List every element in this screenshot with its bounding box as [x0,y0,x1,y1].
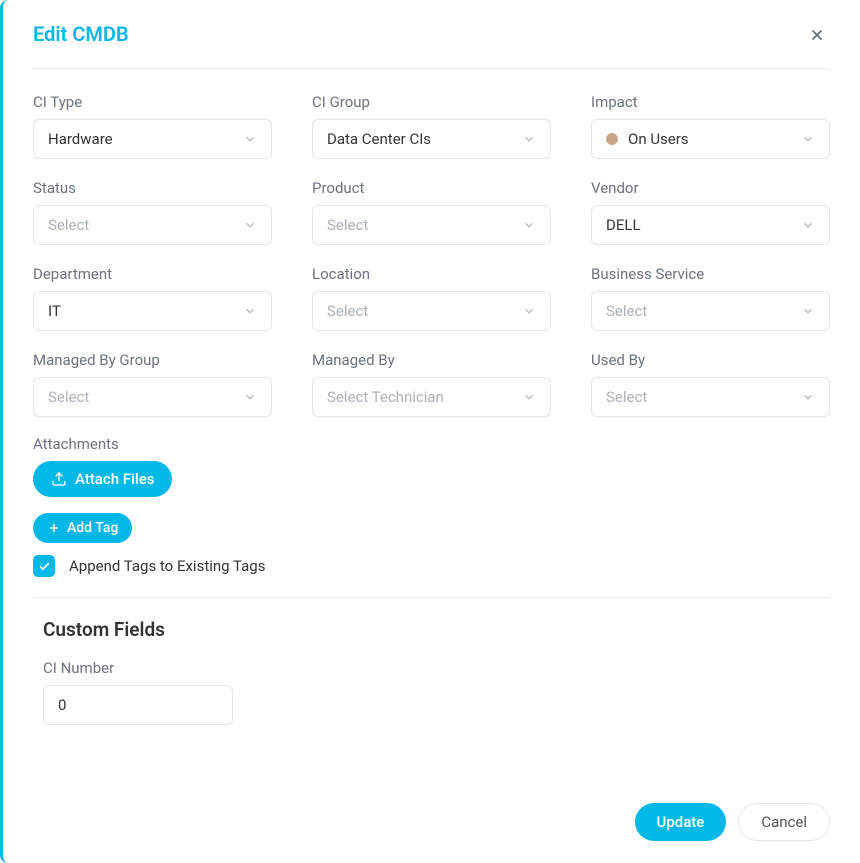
product-select[interactable]: Select [312,205,551,245]
ci-number-input[interactable] [43,685,233,725]
ci-group-label: CI Group [312,93,551,111]
attachments-label: Attachments [33,435,830,453]
department-value: IT [48,302,243,320]
check-icon [38,560,51,573]
used-by-label: Used By [591,351,830,369]
update-button[interactable]: Update [635,803,727,841]
managed-by-placeholder: Select Technician [327,388,522,406]
managed-by-group-select[interactable]: Select [33,377,272,417]
location-select[interactable]: Select [312,291,551,331]
chevron-down-icon [243,390,257,404]
managed-by-label: Managed By [312,351,551,369]
attach-files-label: Attach Files [75,470,154,488]
upload-icon [51,471,67,487]
chevron-down-icon [243,132,257,146]
close-button[interactable] [804,22,830,52]
add-tag-label: Add Tag [67,520,118,536]
chevron-down-icon [522,304,536,318]
status-label: Status [33,179,272,197]
attach-files-button[interactable]: Attach Files [33,461,172,497]
vendor-value: DELL [606,216,801,234]
vendor-label: Vendor [591,179,830,197]
used-by-select[interactable]: Select [591,377,830,417]
product-label: Product [312,179,551,197]
chevron-down-icon [801,304,815,318]
ci-number-label: CI Number [43,659,830,677]
product-placeholder: Select [327,216,522,234]
append-tags-checkbox[interactable] [33,555,55,577]
ci-type-label: CI Type [33,93,272,111]
modal-title: Edit CMDB [33,22,129,46]
department-select[interactable]: IT [33,291,272,331]
vendor-select[interactable]: DELL [591,205,830,245]
add-tag-button[interactable]: Add Tag [33,513,132,543]
managed-by-group-label: Managed By Group [33,351,272,369]
chevron-down-icon [801,218,815,232]
ci-group-select[interactable]: Data Center CIs [312,119,551,159]
managed-by-group-placeholder: Select [48,388,243,406]
divider [33,597,830,598]
append-tags-label: Append Tags to Existing Tags [69,557,265,575]
cancel-button[interactable]: Cancel [738,803,830,841]
chevron-down-icon [522,218,536,232]
location-placeholder: Select [327,302,522,320]
business-service-label: Business Service [591,265,830,283]
ci-group-value: Data Center CIs [327,130,522,148]
chevron-down-icon [243,304,257,318]
impact-select[interactable]: On Users [591,119,830,159]
status-select[interactable]: Select [33,205,272,245]
managed-by-select[interactable]: Select Technician [312,377,551,417]
status-placeholder: Select [48,216,243,234]
ci-type-value: Hardware [48,130,243,148]
ci-type-select[interactable]: Hardware [33,119,272,159]
used-by-placeholder: Select [606,388,801,406]
chevron-down-icon [801,390,815,404]
department-label: Department [33,265,272,283]
business-service-placeholder: Select [606,302,801,320]
chevron-down-icon [243,218,257,232]
impact-dot-icon [606,133,618,145]
chevron-down-icon [522,132,536,146]
custom-fields-title: Custom Fields [43,618,830,641]
chevron-down-icon [522,390,536,404]
plus-icon [47,521,61,535]
chevron-down-icon [801,132,815,146]
impact-label: Impact [591,93,830,111]
business-service-select[interactable]: Select [591,291,830,331]
location-label: Location [312,265,551,283]
close-icon [808,26,826,44]
impact-value: On Users [628,130,801,148]
